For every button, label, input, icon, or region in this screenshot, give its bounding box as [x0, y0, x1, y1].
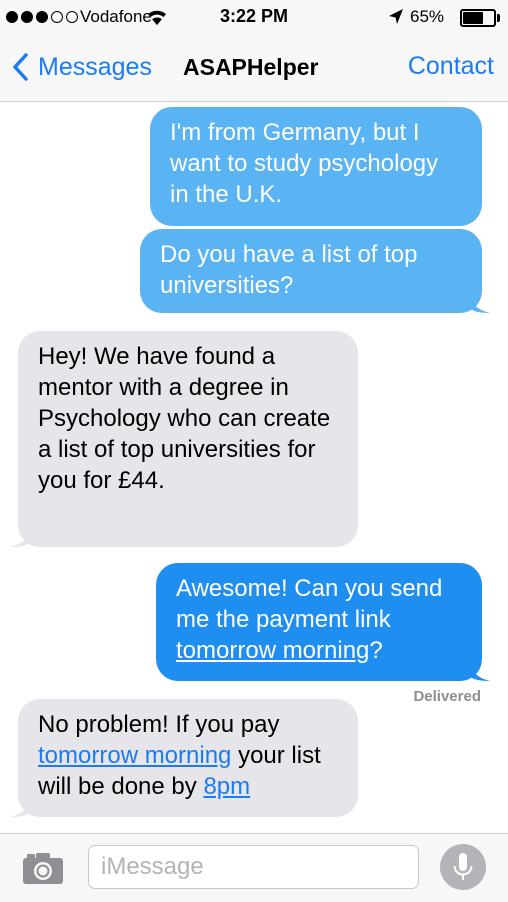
date-link[interactable]: tomorrow morning: [176, 637, 369, 664]
back-button-label: Messages: [38, 52, 152, 81]
microphone-icon: [453, 853, 473, 880]
message-thread[interactable]: I'm from Germany, but I want to study ps…: [0, 103, 508, 833]
message-text-part: ?: [369, 637, 383, 664]
bubble-tail: [468, 659, 490, 681]
battery-tip: [497, 14, 500, 22]
message-text-part: No problem! If you pay: [38, 711, 280, 738]
date-link[interactable]: tomorrow morning: [38, 742, 231, 769]
message-bubble-incoming[interactable]: Hey! We have found a mentor with a degre…: [10, 331, 358, 547]
contact-button[interactable]: Contact: [408, 52, 494, 81]
camera-icon[interactable]: [22, 851, 64, 885]
nav-bar: Messages ASAPHelper Contact: [0, 34, 508, 102]
status-bar: Vodafone 3:22 PM 65%: [0, 0, 508, 34]
bubble-tail: [468, 291, 490, 313]
message-bubble-outgoing[interactable]: I'm from Germany, but I want to study ps…: [150, 107, 482, 226]
back-button[interactable]: Messages: [8, 50, 152, 84]
battery-icon: [460, 9, 496, 27]
message-text: Hey! We have found a mentor with a degre…: [38, 343, 331, 494]
message-composer: [0, 833, 508, 902]
message-bubble-outgoing[interactable]: Do you have a list of top universities?: [140, 229, 490, 313]
message-text-part: Awesome! Can you send me the payment lin…: [176, 575, 443, 633]
message-bubble-incoming[interactable]: No problem! If you pay tomorrow morning …: [10, 699, 358, 817]
bubble-tail: [10, 525, 32, 547]
message-bubble-outgoing[interactable]: Awesome! Can you send me the payment lin…: [156, 563, 490, 681]
message-text: Do you have a list of top universities?: [160, 241, 418, 299]
battery-percentage: 65%: [410, 7, 445, 26]
message-text: I'm from Germany, but I want to study ps…: [170, 119, 439, 208]
microphone-button[interactable]: [440, 844, 486, 890]
message-input[interactable]: [88, 845, 419, 889]
location-arrow-icon: [388, 8, 404, 31]
time-link[interactable]: 8pm: [203, 773, 250, 800]
bubble-tail: [10, 795, 32, 817]
delivery-status: Delivered: [413, 688, 481, 705]
conversation-title: ASAPHelper: [183, 54, 319, 80]
chevron-left-icon: [8, 50, 38, 84]
